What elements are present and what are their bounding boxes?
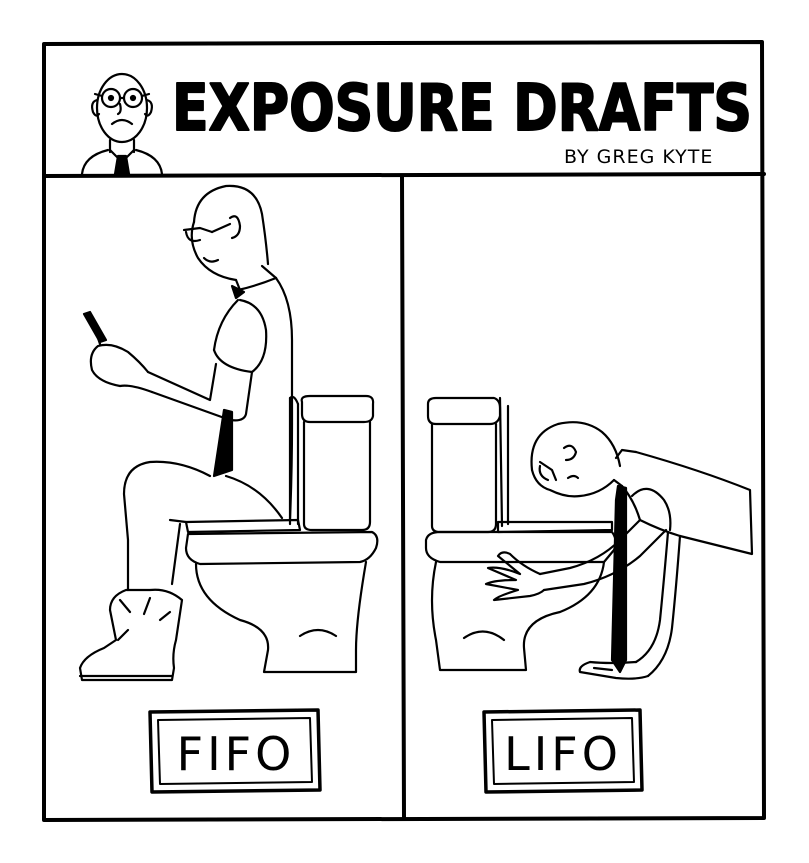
comic-strip: EXPOSURE DRAFTS BY GREG KYTE FIFO LIFO bbox=[42, 40, 766, 822]
person-bent-over bbox=[484, 421, 754, 680]
caption-sign-lifo: LIFO bbox=[482, 708, 644, 794]
author-avatar bbox=[80, 72, 164, 176]
header: EXPOSURE DRAFTS BY GREG KYTE bbox=[42, 71, 766, 178]
comic-byline: BY GREG KYTE bbox=[564, 146, 713, 168]
caption-fifo: FIFO bbox=[177, 727, 296, 781]
toilet-right bbox=[424, 396, 617, 672]
person-on-toilet bbox=[78, 184, 294, 682]
panel-fifo: FIFO bbox=[78, 184, 379, 794]
panel-lifo: LIFO bbox=[424, 396, 754, 794]
comic-title: EXPOSURE DRAFTS bbox=[172, 72, 752, 146]
caption-lifo: LIFO bbox=[504, 727, 622, 781]
caption-sign-fifo: FIFO bbox=[148, 708, 322, 794]
toilet-left bbox=[184, 394, 379, 674]
panel-divider bbox=[400, 174, 406, 820]
